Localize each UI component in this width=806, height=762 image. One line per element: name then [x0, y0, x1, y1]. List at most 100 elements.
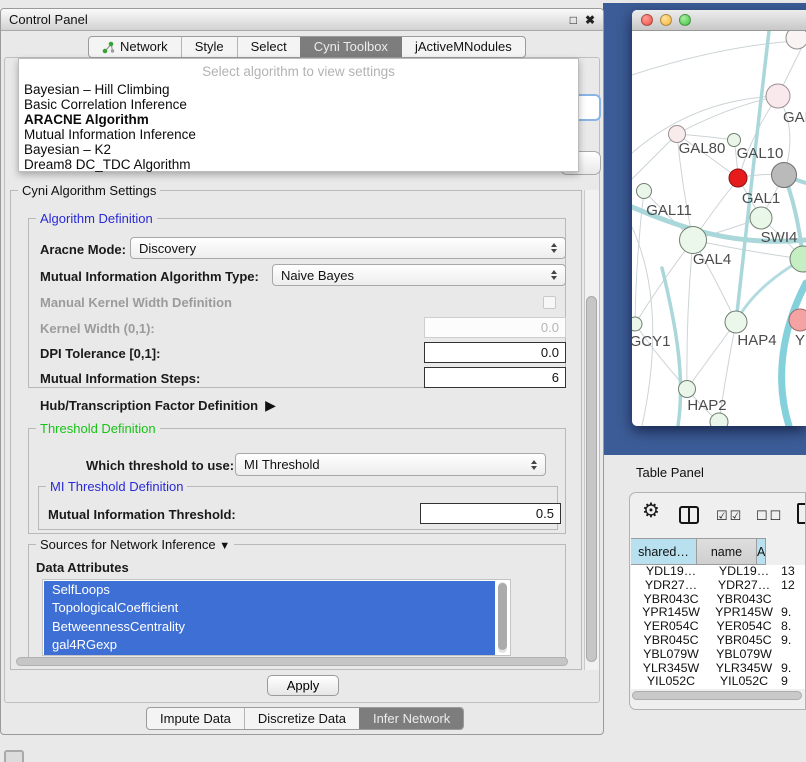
table-cell: [777, 648, 806, 662]
network-node[interactable]: [729, 169, 747, 187]
tab-label: Style: [195, 37, 224, 57]
close-traffic-light[interactable]: [641, 14, 653, 26]
settings-vertical-scrollbar-thumb[interactable]: [586, 296, 597, 662]
new-table-icon[interactable]: [797, 503, 806, 524]
algorithm-option[interactable]: Dream8 DC_TDC Algorithm: [19, 158, 578, 173]
network-node[interactable]: [790, 246, 806, 272]
table-row[interactable]: YIL052C YIL052C 9: [631, 675, 806, 689]
minimized-panel-icon[interactable]: [4, 750, 24, 762]
table-row[interactable]: YPR145W YPR145W 9.: [631, 606, 806, 620]
select-all-columns-icon[interactable]: ☑☑: [716, 508, 743, 524]
hub-definition-expander[interactable]: Hub/Transcription Factor Definition ▶: [40, 397, 276, 414]
network-node[interactable]: [786, 31, 806, 49]
network-svg[interactable]: GALGAL80GAL10GAL1GAL11SWI4GAL4GCY1HAP4YH…: [632, 31, 806, 426]
column-header[interactable]: name: [697, 538, 757, 565]
mi-threshold-field[interactable]: 0.5: [420, 503, 561, 524]
algorithm-option[interactable]: Bayesian – K2: [19, 143, 578, 158]
tab[interactable]: Impute Data: [147, 708, 244, 729]
attribute-item[interactable]: BetweennessCentrality: [44, 618, 495, 636]
tab[interactable]: Discretize Data: [244, 708, 359, 729]
column-header[interactable]: shared…: [631, 538, 697, 565]
mi-type-label: Mutual Information Algorithm Type:: [40, 269, 259, 284]
tab[interactable]: Select: [237, 37, 300, 57]
minimize-traffic-light[interactable]: [660, 14, 672, 26]
control-panel-titlebar[interactable]: Control Panel □ ✖: [1, 9, 603, 31]
network-node[interactable]: [772, 163, 797, 188]
tab[interactable]: Infer Network: [359, 708, 463, 729]
settings-horizontal-scrollbar[interactable]: [16, 657, 568, 666]
column-header[interactable]: A: [757, 538, 766, 565]
attribute-item[interactable]: gal4RGexp: [44, 636, 495, 654]
table-row[interactable]: YDR27… YDR27… 12: [631, 579, 806, 593]
mi-steps-field[interactable]: 6: [424, 367, 566, 388]
close-icon[interactable]: ✖: [585, 14, 595, 26]
table-row[interactable]: YDL19… YDL19… 13: [631, 565, 806, 579]
algorithm-option[interactable]: Bayesian – Hill Climbing: [19, 83, 578, 98]
gear-icon[interactable]: ⚙: [642, 501, 660, 521]
dpi-tolerance-field[interactable]: 0.0: [424, 342, 566, 363]
tab-label: Network: [120, 37, 168, 57]
network-node[interactable]: [632, 317, 642, 331]
algorithm-dropdown-list: Bayesian – Hill ClimbingBasic Correlatio…: [19, 83, 578, 172]
network-node[interactable]: [750, 207, 772, 229]
tab-label: Select: [251, 37, 287, 57]
network-node-label: SWI4: [761, 229, 798, 246]
network-node[interactable]: [725, 311, 747, 333]
kernel-width-field[interactable]: 0.0: [424, 317, 566, 338]
table-row[interactable]: YBL079W YBL079W: [631, 648, 806, 662]
tab[interactable]: Network: [89, 37, 181, 57]
tab-label: Infer Network: [373, 709, 450, 729]
network-edge: [632, 134, 677, 179]
network-node-label: GAL: [783, 109, 806, 126]
table-horizontal-scrollbar[interactable]: [632, 691, 802, 700]
list-scrollbar-thumb[interactable]: [498, 583, 507, 650]
table-row[interactable]: YER054C YER054C 8.: [631, 620, 806, 634]
network-edge: [632, 41, 794, 75]
network-node[interactable]: [637, 184, 652, 199]
tab[interactable]: Cyni Toolbox: [300, 37, 401, 57]
table-row[interactable]: YBR043C YBR043C: [631, 593, 806, 607]
attribute-item[interactable]: TopologicalCoefficient: [44, 599, 495, 617]
mi-steps-label: Mutual Information Steps:: [40, 371, 200, 386]
network-node[interactable]: [680, 227, 707, 254]
tab[interactable]: Style: [181, 37, 237, 57]
table-cell: YLR345W: [631, 662, 711, 676]
tab[interactable]: jActiveMNodules: [401, 37, 525, 57]
table-cell: YIL052C: [711, 675, 777, 689]
network-node[interactable]: [679, 381, 696, 398]
table-cell: YDR27…: [631, 579, 711, 593]
manual-kernel-checkbox[interactable]: [543, 296, 556, 309]
cyni-algorithm-settings-legend: Cyni Algorithm Settings: [18, 183, 160, 198]
unselect-all-columns-icon[interactable]: ☐☐: [756, 508, 783, 524]
network-node[interactable]: [789, 309, 806, 331]
table-row[interactable]: YBR045C YBR045C 9.: [631, 634, 806, 648]
combo-stepper-icon: [551, 270, 557, 280]
which-threshold-select[interactable]: MI Threshold: [235, 453, 546, 476]
table-cell: YER054C: [711, 620, 777, 634]
network-node[interactable]: [766, 84, 790, 108]
columns-icon[interactable]: [679, 506, 699, 524]
data-attributes-items: SelfLoopsTopologicalCoefficientBetweenne…: [44, 581, 495, 655]
attribute-item[interactable]: SelfLoops: [44, 581, 495, 599]
table-panel-title: Table Panel: [636, 465, 704, 480]
list-scrollbar[interactable]: [498, 582, 507, 653]
aracne-mode-select[interactable]: Discovery: [130, 237, 566, 259]
table-cell: YBL079W: [631, 648, 711, 662]
network-node-label: Y: [795, 332, 805, 349]
network-window-titlebar[interactable]: [632, 10, 806, 31]
mi-type-select[interactable]: Naive Bayes: [272, 264, 566, 286]
algorithm-option[interactable]: ARACNE Algorithm: [19, 113, 578, 128]
algorithm-option[interactable]: Basic Correlation Inference: [19, 98, 578, 113]
algorithm-option[interactable]: Mutual Information Inference: [19, 128, 578, 143]
aracne-mode-label: Aracne Mode:: [40, 242, 126, 257]
sources-legend[interactable]: Sources for Network Inference ▼: [36, 537, 234, 552]
combo-stepper-icon: [551, 243, 557, 253]
table-cell: [777, 593, 806, 607]
apply-button[interactable]: Apply: [267, 675, 339, 696]
float-window-icon[interactable]: □: [570, 14, 577, 26]
zoom-traffic-light[interactable]: [679, 14, 691, 26]
threshold-definition-legend: Threshold Definition: [36, 421, 160, 436]
network-node[interactable]: [710, 413, 728, 426]
table-row[interactable]: YLR345W YLR345W 9.: [631, 662, 806, 676]
algorithm-dropdown[interactable]: Select algorithm to view settings Bayesi…: [18, 58, 579, 172]
